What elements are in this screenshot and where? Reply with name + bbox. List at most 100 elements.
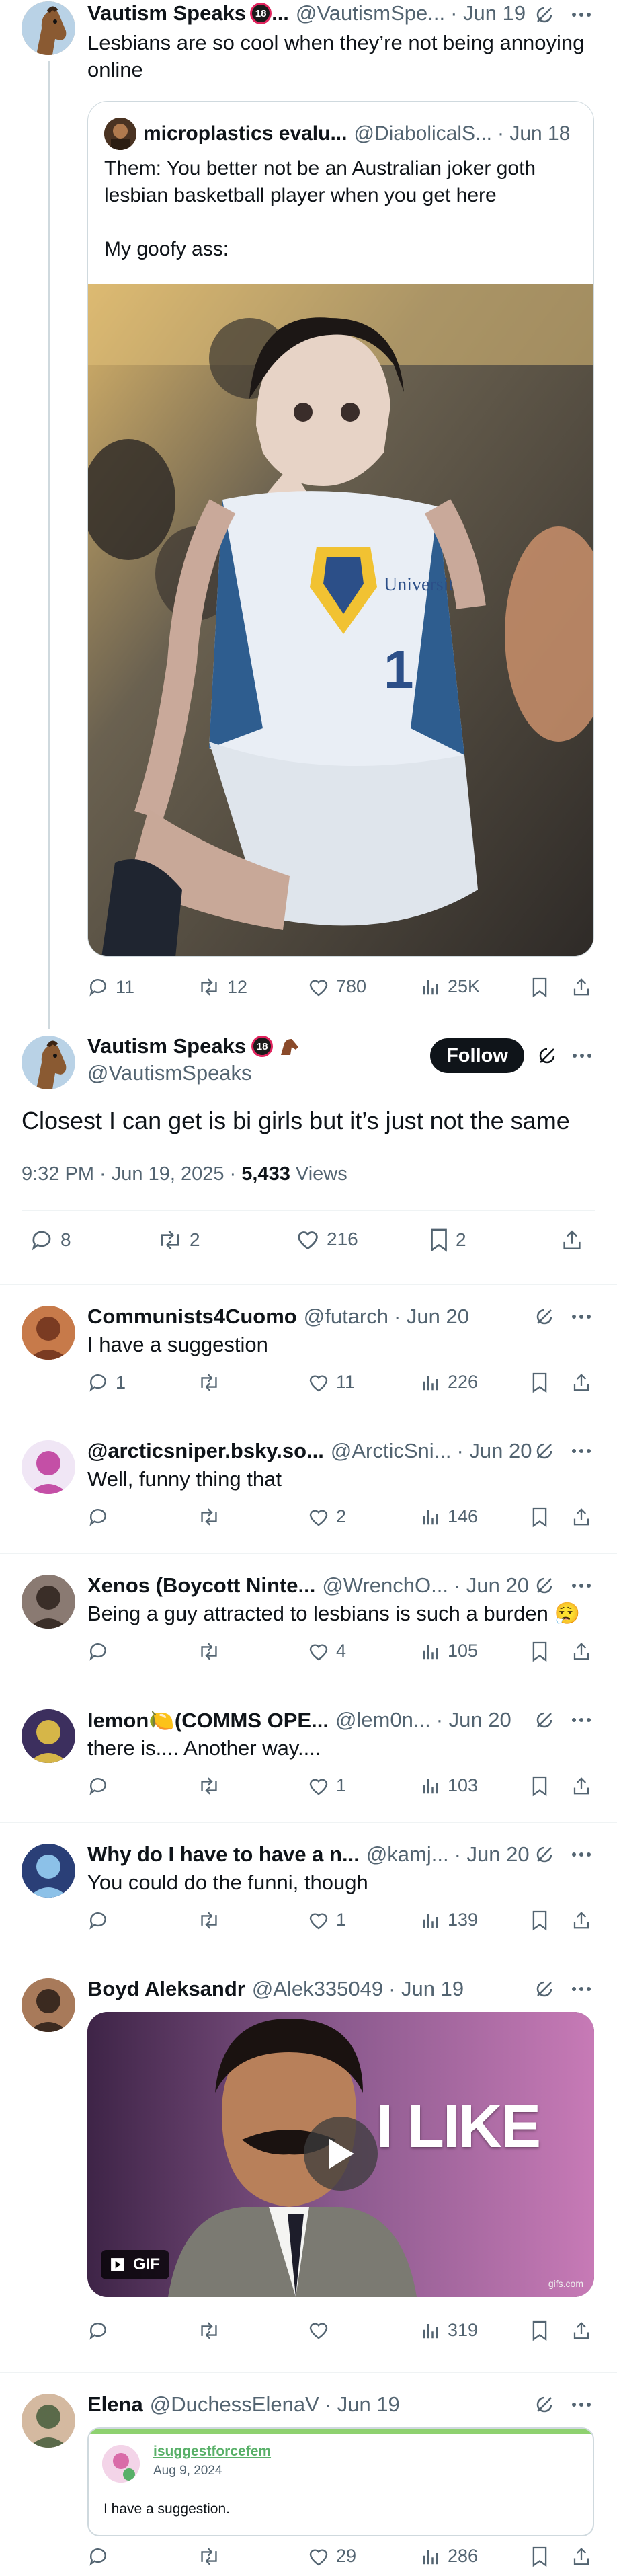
like-button[interactable]: 780 — [308, 976, 366, 997]
share-button[interactable] — [571, 1641, 591, 1662]
retweet-button[interactable]: 12 — [198, 976, 247, 998]
display-name[interactable]: Vautism Speaks — [87, 1, 246, 26]
avatar[interactable] — [22, 1036, 75, 1089]
display-name[interactable]: Elena — [87, 2392, 143, 2417]
display-name[interactable]: Vautism Speaks — [87, 1034, 246, 1058]
embedded-card[interactable]: isuggestforcefem Aug 9, 2024 I have a sugg… — [87, 2427, 594, 2536]
reply-tweet[interactable]: Elena @DuchessElenaV · Jun 19 isuggestforce… — [0, 2372, 617, 2576]
reply-button[interactable] — [87, 1641, 109, 1662]
bookmark-button[interactable] — [531, 2320, 548, 2341]
avatar[interactable] — [22, 2394, 75, 2448]
share-button[interactable] — [571, 1775, 591, 1797]
timestamp[interactable]: · Jun 20 — [454, 1573, 529, 1598]
views-button[interactable]: 25K — [421, 976, 480, 997]
reply-button[interactable] — [87, 1506, 109, 1528]
reply-tweet[interactable]: Communists4Cuomo @futarch · Jun 20 I have a… — [0, 1284, 617, 1419]
handle[interactable]: @lem0n... — [335, 1708, 431, 1732]
share-button[interactable] — [571, 976, 591, 998]
views-button[interactable]: 286 — [421, 2546, 478, 2567]
avatar[interactable] — [22, 1709, 75, 1763]
timestamp[interactable]: · Jun 19 — [388, 1977, 464, 2001]
reply-button[interactable] — [87, 1775, 109, 1797]
views-button[interactable]: 226 — [421, 1372, 478, 1393]
more-icon[interactable] — [568, 1841, 595, 1868]
handle[interactable]: @kamj... — [366, 1842, 449, 1867]
views-button[interactable]: 105 — [421, 1641, 478, 1662]
like-button[interactable]: 2 — [308, 1506, 346, 1527]
gif-media[interactable]: I LIKE GIF gifs.com — [87, 2012, 594, 2297]
reply-button[interactable]: 1 — [87, 1372, 126, 1393]
like-button[interactable]: 1 — [308, 1775, 346, 1796]
like-button[interactable]: 216 — [296, 1228, 358, 1251]
share-button[interactable] — [571, 2546, 591, 2567]
tweet-date[interactable]: 9:32 PM · Jun 19, 2025 · — [22, 1163, 241, 1185]
handle[interactable]: @Alek335049 — [252, 1977, 383, 2001]
handle[interactable]: @WrenchO... — [322, 1573, 448, 1598]
grok-icon[interactable] — [531, 1707, 558, 1733]
handle[interactable]: @DuchessElenaV — [150, 2392, 319, 2417]
reply-button[interactable] — [87, 1910, 109, 1931]
grok-icon[interactable] — [531, 1572, 558, 1599]
retweet-button[interactable] — [198, 1775, 220, 1797]
bookmark-button[interactable] — [531, 1506, 548, 1528]
play-button[interactable] — [304, 2117, 378, 2191]
bookmark-button[interactable] — [531, 2546, 548, 2567]
share-button[interactable] — [571, 1910, 591, 1931]
avatar[interactable] — [22, 1, 75, 55]
bookmark-button[interactable] — [531, 1775, 548, 1797]
bookmark-button[interactable] — [531, 1641, 548, 1662]
more-icon[interactable] — [568, 1, 595, 28]
display-name[interactable]: @arcticsniper.bsky.so... — [87, 1439, 324, 1463]
retweet-button[interactable]: 2 — [157, 1228, 200, 1252]
handle[interactable]: @VautismSpe... — [296, 1, 445, 26]
retweet-button[interactable] — [198, 1910, 220, 1931]
share-button[interactable] — [571, 1506, 591, 1528]
more-icon[interactable] — [568, 1572, 595, 1599]
bookmark-button[interactable] — [531, 1372, 548, 1393]
grok-icon[interactable] — [531, 1976, 558, 2002]
display-name[interactable]: Xenos (Boycott Ninte... — [87, 1573, 315, 1598]
timestamp[interactable]: · Jun 20 — [454, 1842, 530, 1867]
grok-icon[interactable] — [531, 2391, 558, 2418]
more-icon[interactable] — [568, 1438, 595, 1465]
more-icon[interactable] — [568, 2391, 595, 2418]
handle[interactable]: @futarch — [304, 1304, 388, 1329]
display-name[interactable]: lemon🍋(COMMS OPE... — [87, 1708, 329, 1733]
reply-button[interactable] — [87, 2320, 109, 2341]
timestamp[interactable]: · Jun 20 — [436, 1708, 511, 1732]
follow-button[interactable]: Follow — [430, 1038, 524, 1073]
reply-button[interactable]: 11 — [87, 976, 134, 998]
like-button[interactable]: 29 — [308, 2546, 356, 2567]
grok-icon[interactable] — [531, 1438, 558, 1465]
timestamp[interactable]: · Jun 19 — [325, 2392, 400, 2417]
share-button[interactable] — [571, 2320, 591, 2341]
timestamp[interactable]: · Jun 20 — [457, 1439, 532, 1463]
like-button[interactable]: 11 — [308, 1372, 355, 1393]
avatar[interactable] — [22, 1440, 75, 1494]
retweet-button[interactable] — [198, 2546, 220, 2567]
timestamp[interactable]: · Jun 20 — [394, 1304, 469, 1329]
share-button[interactable] — [571, 1372, 591, 1393]
reply-tweet[interactable]: lemon🍋(COMMS OPE... @lem0n... · Jun 20 ther… — [0, 1688, 617, 1822]
timestamp[interactable]: · Jun 19 — [450, 1, 526, 26]
more-icon[interactable] — [568, 1303, 595, 1330]
like-button[interactable]: 4 — [308, 1641, 346, 1662]
views-button[interactable]: 146 — [421, 1506, 478, 1527]
bookmark-button[interactable] — [531, 1910, 548, 1931]
quoted-tweet[interactable]: microplastics evalu... @DiabolicalS... ·… — [87, 101, 594, 957]
like-button[interactable]: 1 — [308, 1910, 346, 1930]
views-button[interactable]: 139 — [421, 1910, 478, 1930]
grok-icon[interactable] — [534, 1042, 561, 1069]
grok-icon[interactable] — [531, 1841, 558, 1868]
parent-tweet[interactable]: Vautism Speaks 18 ... @VautismSpe... · J… — [0, 0, 617, 1029]
grok-icon[interactable] — [531, 1, 558, 28]
reply-button[interactable] — [87, 2546, 109, 2567]
avatar[interactable] — [22, 1575, 75, 1629]
retweet-button[interactable] — [198, 1506, 220, 1528]
more-icon[interactable] — [569, 1042, 595, 1069]
reply-tweet[interactable]: Boyd Aleksandr @Alek335049 · Jun 19 I LIKE G… — [0, 1957, 617, 2372]
retweet-button[interactable] — [198, 1641, 220, 1662]
avatar[interactable] — [22, 1306, 75, 1360]
avatar[interactable] — [22, 1844, 75, 1898]
display-name[interactable]: Boyd Aleksandr — [87, 1977, 245, 2001]
